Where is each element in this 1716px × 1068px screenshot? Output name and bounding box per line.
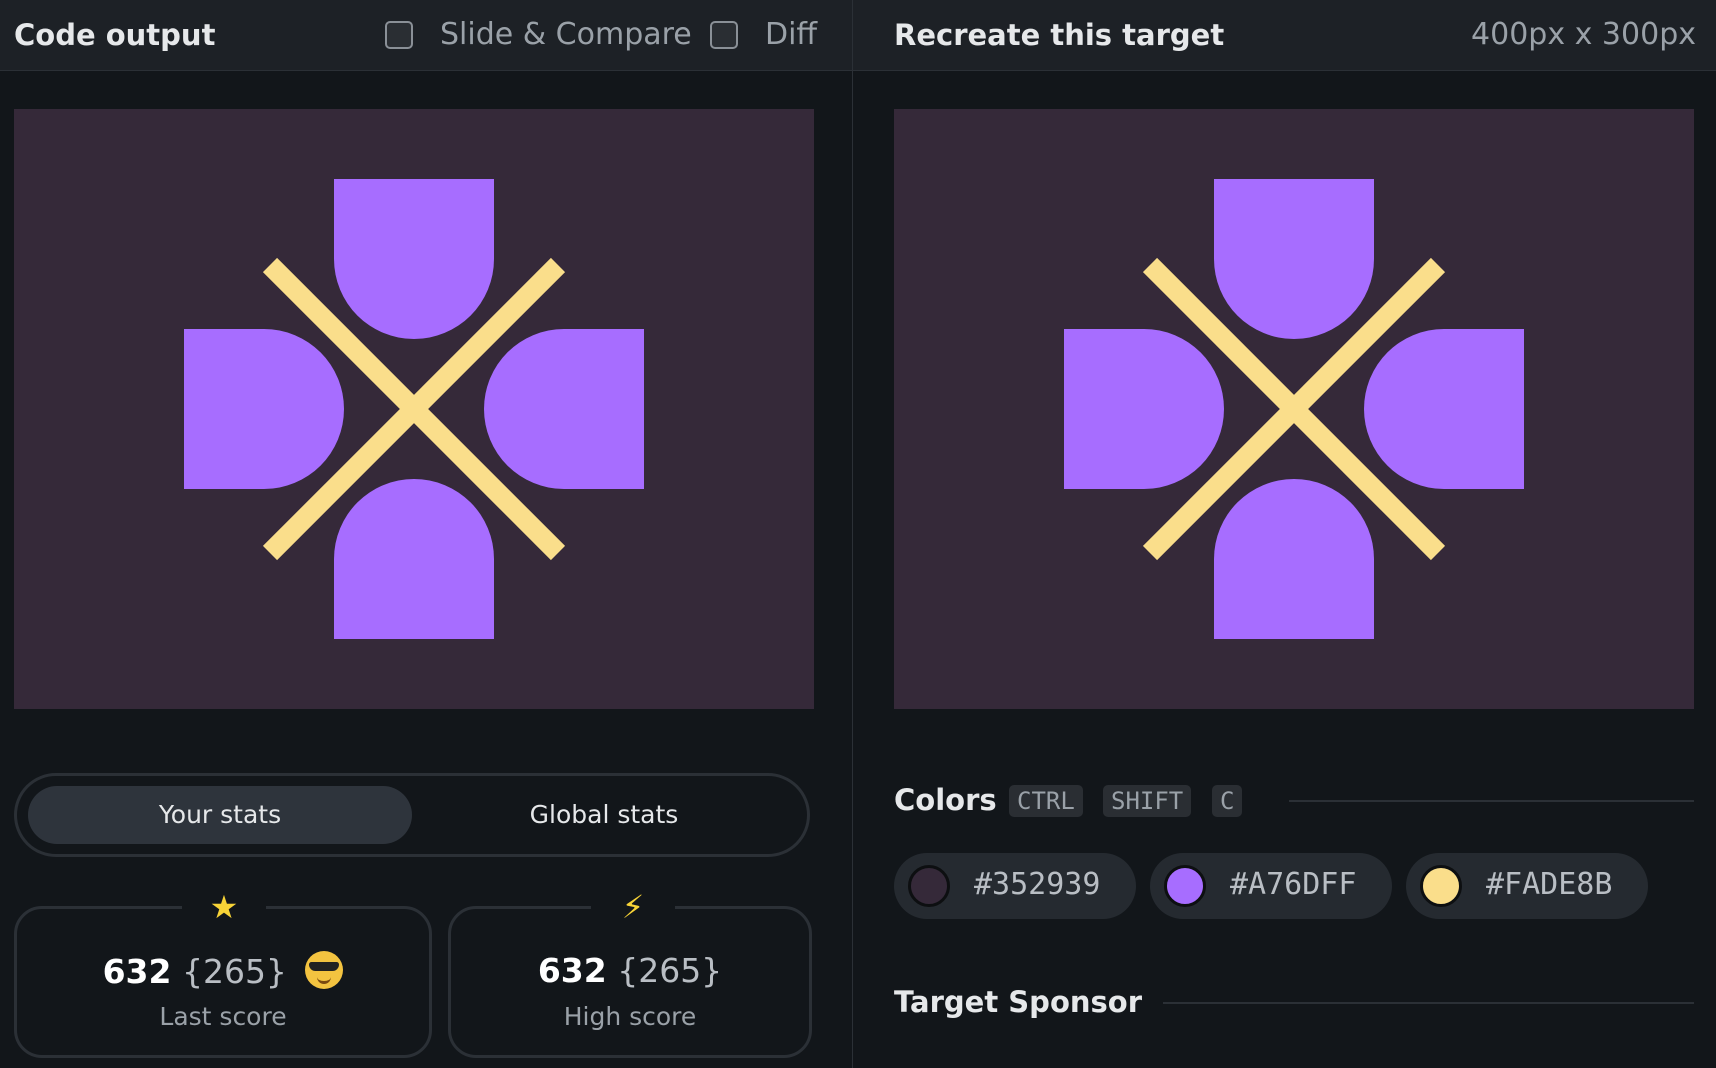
code-output-title: Code output: [14, 18, 216, 52]
last-score-value: 632 {265}: [17, 951, 429, 991]
high-score-value: 632 {265}: [451, 951, 809, 990]
last-score-alt: {265}: [181, 952, 287, 991]
stats-tabs: Your stats Global stats: [14, 773, 810, 857]
target-header: Recreate this target 400px x 300px: [853, 0, 1716, 71]
color-swatch[interactable]: #352939: [894, 853, 1136, 919]
slide-compare-label[interactable]: Slide & Compare: [440, 17, 692, 52]
color-hex: #A76DFF: [1230, 867, 1357, 902]
shortcut-key-ctrl: CTRL: [1009, 785, 1083, 817]
color-swatch[interactable]: #FADE8B: [1406, 853, 1648, 919]
slide-compare-checkbox[interactable]: [385, 21, 413, 49]
code-output-header: Code output Slide & Compare Diff: [0, 0, 852, 71]
last-score-card: ★ 632 {265} Last score: [14, 887, 432, 1058]
diff-checkbox[interactable]: [710, 21, 738, 49]
color-hex: #352939: [974, 867, 1101, 902]
code-output-canvas[interactable]: [14, 109, 814, 709]
high-score-alt: {265}: [617, 951, 723, 990]
colors-divider: [1289, 800, 1694, 802]
color-swatch[interactable]: #A76DFF: [1150, 853, 1392, 919]
sponsor-divider: [1163, 1002, 1694, 1004]
output-render: [14, 109, 814, 709]
target-render: [894, 109, 1694, 709]
last-score-number: 632: [102, 952, 172, 991]
colors-heading: Colors: [894, 783, 997, 817]
target-panel: Recreate this target 400px x 300px Color…: [853, 0, 1716, 1068]
code-output-panel: Code output Slide & Compare Diff Your st…: [0, 0, 853, 1068]
tab-global-stats[interactable]: Global stats: [412, 786, 796, 844]
shortcut-key-shift: SHIFT: [1103, 785, 1192, 817]
target-dimensions: 400px x 300px: [1471, 17, 1696, 52]
color-hex: #FADE8B: [1486, 867, 1613, 902]
color-dot: [1420, 865, 1462, 907]
high-score-number: 632: [537, 951, 607, 990]
high-score-label: High score: [563, 1002, 697, 1031]
target-title: Recreate this target: [894, 18, 1225, 52]
color-dot: [1164, 865, 1206, 907]
target-sponsor-heading: Target Sponsor: [894, 985, 1143, 1019]
high-score-card: ⚡ 632 {265} High score: [448, 887, 812, 1058]
target-canvas: [894, 109, 1694, 709]
star-icon: ★: [182, 887, 266, 927]
color-dot: [908, 865, 950, 907]
tab-your-stats[interactable]: Your stats: [28, 786, 412, 844]
sunglasses-emoji-icon: [305, 951, 344, 989]
shortcut-key-c: C: [1212, 785, 1243, 817]
last-score-label: Last score: [159, 1002, 287, 1031]
diff-label[interactable]: Diff: [765, 17, 817, 52]
lightning-icon: ⚡: [591, 887, 675, 927]
